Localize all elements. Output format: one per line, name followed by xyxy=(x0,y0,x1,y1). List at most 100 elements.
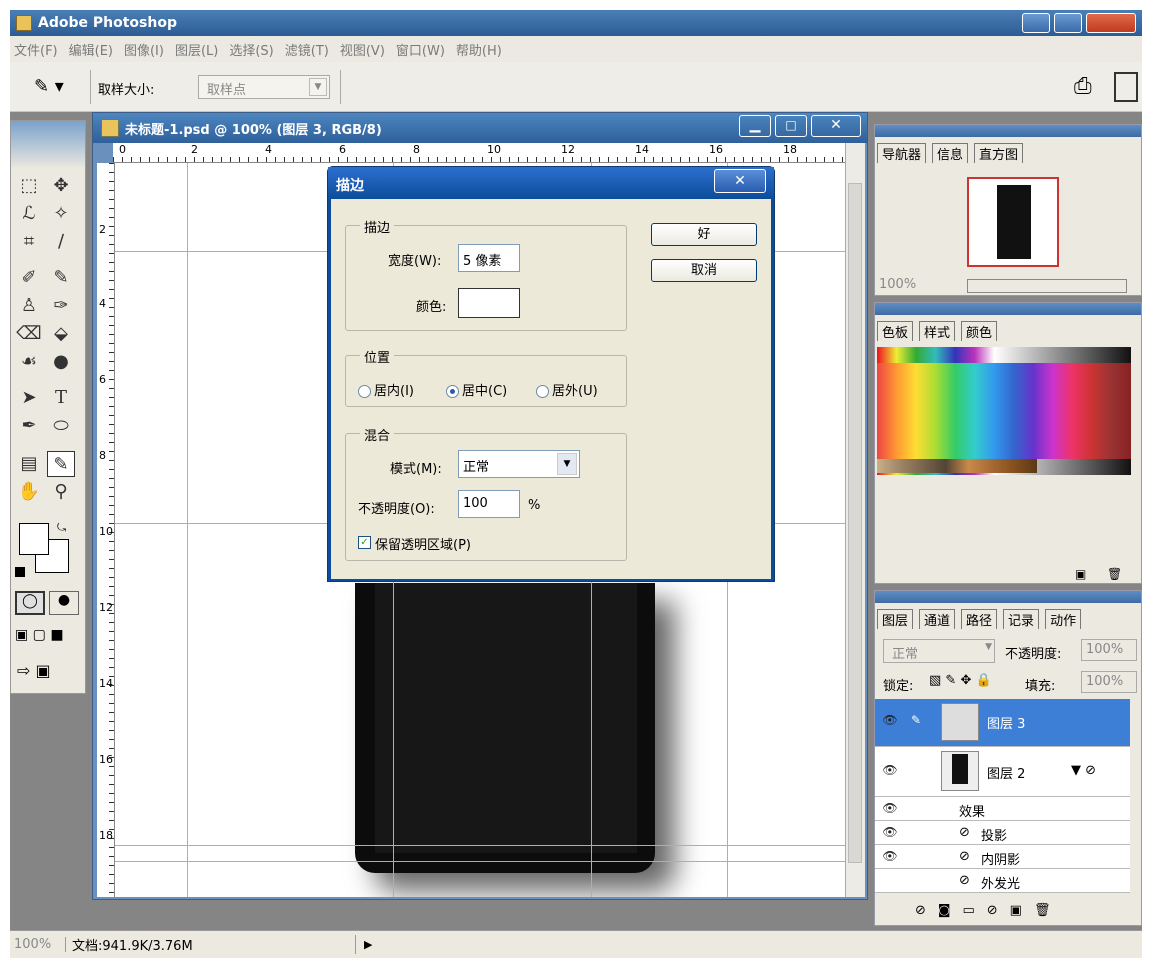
doc-minimize-button[interactable]: ▁ xyxy=(739,115,771,137)
magic-wand-tool-icon[interactable]: ✧ xyxy=(47,201,75,227)
healing-brush-tool-icon[interactable]: ✐ xyxy=(15,265,43,291)
menu-view[interactable]: 视图(V) xyxy=(340,40,385,59)
navigator-zoom-slider[interactable] xyxy=(967,279,1127,293)
width-field[interactable]: 5 像素 xyxy=(458,244,520,272)
radio-outside-control[interactable] xyxy=(536,385,549,398)
menu-layer[interactable]: 图层(L) xyxy=(175,40,218,59)
vertical-scrollbar[interactable] xyxy=(845,143,865,897)
layer-row-2[interactable]: 👁 图层 2 ▼ ⊘ xyxy=(875,747,1130,797)
play-arrow-icon[interactable]: ▶ xyxy=(356,938,372,951)
ellipse-tool-icon[interactable]: ⬭ xyxy=(47,413,75,439)
trash-icon[interactable]: 🗑 xyxy=(1107,567,1122,581)
blend-mode-select[interactable]: 正常 ▼ xyxy=(883,639,995,663)
dodge-tool-icon[interactable]: ● xyxy=(47,349,75,375)
layer-actions-icons[interactable]: ⊘◙▭⊘▣🗑 xyxy=(915,903,1062,918)
swatch-grid-browns[interactable] xyxy=(877,459,1037,473)
tab-history[interactable]: 记录 xyxy=(1003,609,1040,629)
color-swatch[interactable] xyxy=(458,288,520,318)
radio-inside-control[interactable] xyxy=(358,385,371,398)
crop-tool-icon[interactable]: ⌗ xyxy=(15,229,43,255)
menu-select[interactable]: 选择(S) xyxy=(229,40,273,59)
menu-file[interactable]: 文件(F) xyxy=(14,40,58,59)
paint-bucket-tool-icon[interactable]: ⬙ xyxy=(47,321,75,347)
type-tool-icon[interactable]: T xyxy=(47,385,75,411)
screen-mode-icons[interactable]: ▣ ▢ ■ xyxy=(15,627,64,643)
standard-mode-icon[interactable]: ◯ xyxy=(15,591,45,615)
radio-center[interactable]: 居中(C) xyxy=(446,380,507,399)
scroll-thumb[interactable] xyxy=(848,183,862,863)
brush-tool-icon[interactable]: ✎ xyxy=(47,265,75,291)
menu-filter[interactable]: 滤镜(T) xyxy=(285,40,329,59)
tab-info[interactable]: 信息 xyxy=(932,143,969,163)
path-selection-tool-icon[interactable]: ➤ xyxy=(15,385,43,411)
sample-size-select[interactable]: 取样点 ▼ xyxy=(198,75,330,99)
quick-mask-mode-icon[interactable]: ● xyxy=(49,591,79,615)
layer-name[interactable]: 图层 2 xyxy=(987,763,1025,782)
radio-center-control[interactable] xyxy=(446,385,459,398)
eye-icon[interactable]: 👁 xyxy=(881,825,899,841)
eyedropper-tool-icon[interactable]: ✎ xyxy=(47,451,75,477)
swatch-grid-colors[interactable] xyxy=(877,363,1131,459)
tab-styles[interactable]: 样式 xyxy=(919,321,956,341)
mode-select[interactable]: 正常 ▼ xyxy=(458,450,580,478)
effects-row[interactable]: 👁 效果 xyxy=(875,797,1130,821)
eraser-tool-icon[interactable]: ⌫ xyxy=(15,321,43,347)
clone-stamp-tool-icon[interactable]: ♙ xyxy=(15,293,43,319)
doc-close-button[interactable]: ✕ xyxy=(811,115,861,137)
menu-window[interactable]: 窗口(W) xyxy=(396,40,445,59)
radio-outside[interactable]: 居外(U) xyxy=(536,380,598,399)
radio-inside[interactable]: 居内(I) xyxy=(358,380,414,399)
foreground-color-swatch[interactable] xyxy=(19,523,49,555)
status-zoom[interactable]: 100% xyxy=(10,937,66,952)
move-tool-icon[interactable]: ✥ xyxy=(47,173,75,199)
layer-name[interactable]: 图层 3 xyxy=(987,713,1025,732)
cancel-button[interactable]: 取消 xyxy=(651,259,757,282)
swap-colors-icon[interactable]: ⤿ xyxy=(57,521,66,535)
jump-to-imageready-icon[interactable]: ⇨ ▣ xyxy=(17,661,51,680)
tab-paths[interactable]: 路径 xyxy=(961,609,998,629)
checkbox-checked-icon[interactable]: ✓ xyxy=(358,536,371,549)
opacity-field[interactable]: 100 xyxy=(458,490,520,518)
layer-row-3[interactable]: 👁 ✎ 图层 3 xyxy=(875,699,1130,747)
palette-well-icon[interactable] xyxy=(1114,72,1138,102)
menu-help[interactable]: 帮助(H) xyxy=(456,40,502,59)
default-colors-icon[interactable] xyxy=(15,567,25,577)
history-brush-tool-icon[interactable]: ✑ xyxy=(47,293,75,319)
file-browser-icon[interactable]: ⎙ xyxy=(1074,74,1092,99)
menu-image[interactable]: 图像(I) xyxy=(124,40,164,59)
lock-icons[interactable]: ▧ ✎ ✥ 🔒 xyxy=(929,673,992,688)
eye-icon[interactable]: 👁 xyxy=(881,713,899,729)
fill-field[interactable]: 100% xyxy=(1081,671,1137,693)
blur-tool-icon[interactable]: ☙ xyxy=(15,349,43,375)
close-button[interactable] xyxy=(1086,13,1136,33)
effect-row[interactable]: ⊘ 外发光 xyxy=(875,869,1130,893)
pen-tool-icon[interactable]: ✒ xyxy=(15,413,43,439)
tab-channels[interactable]: 通道 xyxy=(919,609,956,629)
doc-maximize-button[interactable]: □ xyxy=(775,115,807,137)
tab-layers[interactable]: 图层 xyxy=(877,609,914,629)
eye-icon[interactable]: 👁 xyxy=(881,801,899,817)
lasso-tool-icon[interactable]: ℒ xyxy=(15,201,43,227)
maximize-button[interactable] xyxy=(1054,13,1082,33)
layer-opacity-field[interactable]: 100% xyxy=(1081,639,1137,661)
effect-row[interactable]: 👁 ⊘ 投影 xyxy=(875,821,1130,845)
tab-actions[interactable]: 动作 xyxy=(1045,609,1082,629)
tab-swatches[interactable]: 色板 xyxy=(877,321,914,341)
eyedropper-icon[interactable]: ✎ ▾ xyxy=(34,76,64,97)
ok-button[interactable]: 好 xyxy=(651,223,757,246)
new-swatch-icon[interactable]: ▣ xyxy=(1075,567,1086,581)
eye-icon[interactable]: 👁 xyxy=(881,849,899,865)
menu-edit[interactable]: 编辑(E) xyxy=(69,40,113,59)
navigator-zoom[interactable]: 100% xyxy=(879,277,916,292)
layer-effects-icon[interactable]: ▼ ⊘ xyxy=(1071,763,1096,778)
tab-color[interactable]: 颜色 xyxy=(961,321,998,341)
notes-tool-icon[interactable]: ▤ xyxy=(15,451,43,477)
navigator-preview[interactable] xyxy=(967,177,1059,267)
eye-icon[interactable]: 👁 xyxy=(881,763,899,779)
minimize-button[interactable] xyxy=(1022,13,1050,33)
marquee-tool-icon[interactable]: ⬚ xyxy=(15,173,43,199)
effect-row[interactable]: 👁 ⊘ 内阴影 xyxy=(875,845,1130,869)
tab-histogram[interactable]: 直方图 xyxy=(974,143,1024,163)
tab-navigator[interactable]: 导航器 xyxy=(877,143,927,163)
dialog-close-button[interactable]: ✕ xyxy=(714,169,766,193)
